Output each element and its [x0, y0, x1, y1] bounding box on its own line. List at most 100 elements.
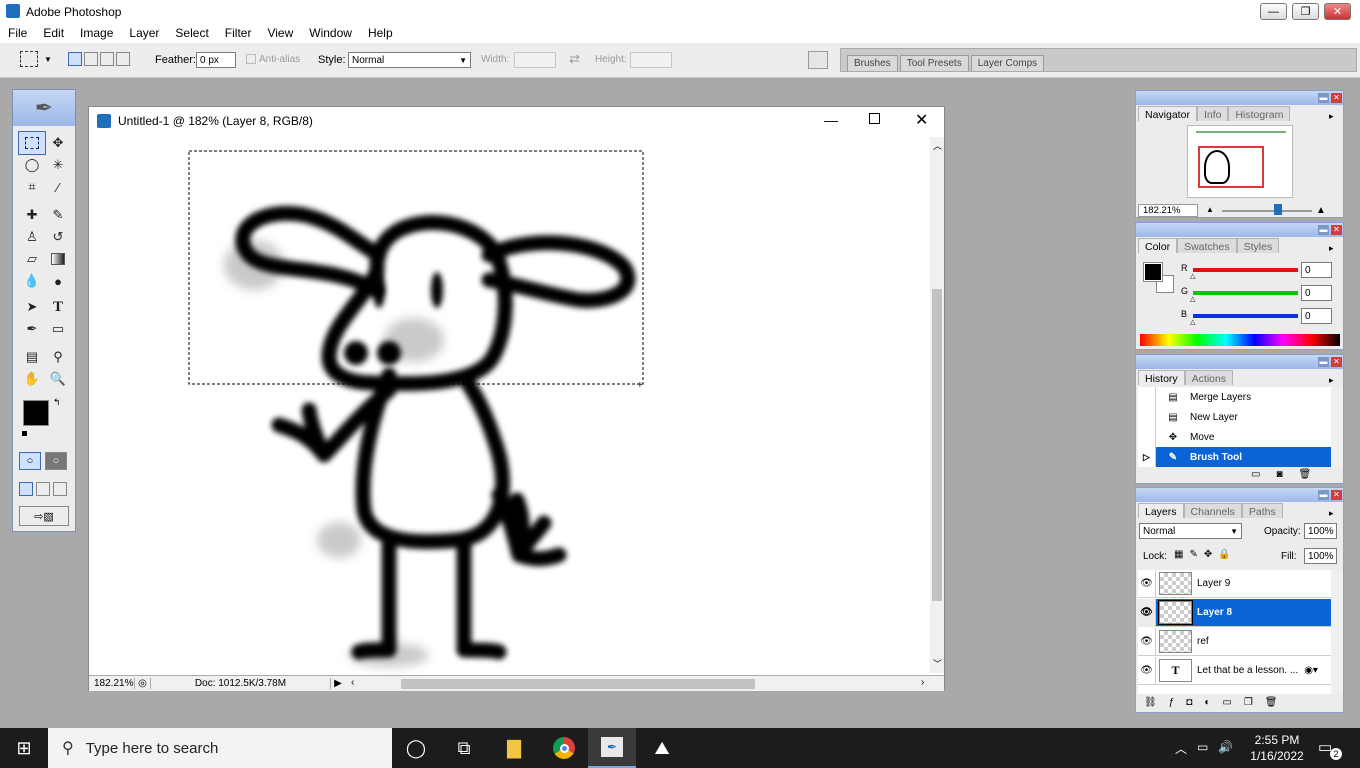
channel-slider[interactable] — [1193, 268, 1298, 272]
dodge-tool-icon[interactable]: ● — [45, 270, 71, 292]
cortana-icon[interactable]: ◯ — [392, 728, 440, 768]
panel-close-icon[interactable]: ✕ — [1331, 93, 1342, 103]
doc-maximize-button[interactable] — [869, 113, 880, 124]
marquee-preset-icon[interactable] — [20, 51, 38, 67]
chevron-up-icon[interactable]: ︿ — [1175, 740, 1187, 757]
swap-icon[interactable]: ⇄ — [569, 51, 580, 67]
history-item[interactable]: ▤ New Layer — [1138, 407, 1331, 427]
file-explorer-icon[interactable]: ▇ — [490, 728, 538, 768]
healing-brush-tool-icon[interactable]: ✚ — [19, 204, 45, 226]
tab-layers[interactable]: Layers — [1138, 503, 1184, 518]
full-screen-icon[interactable] — [53, 482, 67, 496]
add-selection-icon[interactable] — [84, 52, 98, 66]
panel-minimize-icon[interactable]: ▬ — [1318, 490, 1329, 500]
doc-minimize-button[interactable]: — — [824, 112, 838, 128]
restore-button[interactable]: ❐ — [1292, 3, 1319, 20]
hand-tool-icon[interactable]: ✋ — [19, 368, 45, 390]
panel-close-icon[interactable]: ✕ — [1331, 357, 1342, 367]
menu-select[interactable]: Select — [167, 26, 216, 40]
tab-histogram[interactable]: Histogram — [1228, 106, 1291, 121]
task-view-icon[interactable]: ⧉ — [440, 728, 488, 768]
pen-tool-icon[interactable]: ✒ — [19, 318, 45, 340]
menu-layer[interactable]: Layer — [121, 26, 167, 40]
taskbar-search-box[interactable]: ⚲ Type here to search — [48, 728, 392, 768]
panel-menu-icon[interactable]: ▸ — [1329, 375, 1334, 386]
chrome-icon[interactable] — [540, 728, 588, 768]
intersect-selection-icon[interactable] — [116, 52, 130, 66]
link-icon[interactable]: ⛓ — [1144, 697, 1157, 708]
notes-tool-icon[interactable]: ▤ — [19, 346, 45, 368]
menu-image[interactable]: Image — [72, 26, 121, 40]
layer-row[interactable]: 👁 T Let that be a lesson. ... ◉▾ — [1138, 656, 1331, 685]
menu-help[interactable]: Help — [360, 26, 401, 40]
zoom-tool-icon[interactable]: 🔍 — [45, 368, 71, 390]
clone-stamp-tool-icon[interactable]: ♙ — [19, 226, 45, 248]
scroll-right-icon[interactable]: › — [921, 677, 924, 688]
photos-app-icon[interactable]: ⛰ — [638, 728, 686, 768]
channel-slider-thumb-icon[interactable]: △ — [1190, 318, 1195, 326]
navigator-zoom-input[interactable]: 182.21% — [1138, 204, 1198, 217]
network-icon[interactable]: ▭ — [1197, 740, 1208, 757]
status-menu-arrow-icon[interactable]: ▶ — [331, 678, 345, 689]
marquee-tool-icon[interactable] — [18, 131, 46, 155]
crop-tool-icon[interactable]: ⌗ — [19, 176, 45, 198]
new-selection-icon[interactable] — [68, 52, 82, 66]
antialias-checkbox[interactable] — [246, 54, 256, 64]
navigator-zoom-knob[interactable] — [1273, 204, 1282, 215]
menu-window[interactable]: Window — [301, 26, 360, 40]
shape-tool-icon[interactable]: ▭ — [45, 318, 71, 340]
panel-close-icon[interactable]: ✕ — [1331, 490, 1342, 500]
tab-navigator[interactable]: Navigator — [1138, 106, 1197, 121]
new-layer-icon[interactable]: ❐ — [1244, 697, 1253, 708]
photoshop-taskbar-icon[interactable]: ✒ — [588, 728, 636, 768]
eyedropper-tool-icon[interactable]: ⚲ — [45, 346, 71, 368]
well-tab-tool-presets[interactable]: Tool Presets — [899, 55, 969, 71]
new-document-from-state-icon[interactable]: ▭ — [1251, 469, 1260, 480]
zoom-level[interactable]: 182.21% — [89, 678, 135, 689]
channel-value-input[interactable]: 0 — [1301, 308, 1332, 324]
trash-icon[interactable]: 🗑 — [1299, 469, 1312, 480]
taskbar-clock[interactable]: 2:55 PM 1/16/2022 — [1248, 732, 1306, 764]
trash-icon[interactable]: 🗑 — [1265, 697, 1278, 708]
scroll-down-icon[interactable]: ﹀ — [933, 657, 942, 670]
channel-value-input[interactable]: 0 — [1301, 285, 1332, 301]
layer-style-icon[interactable]: ƒ — [1169, 697, 1175, 708]
history-state-marker-icon[interactable]: ▷ — [1138, 447, 1156, 467]
lasso-tool-icon[interactable]: ◯ — [19, 154, 45, 176]
panel-menu-icon[interactable]: ▸ — [1329, 243, 1334, 254]
default-colors-icon[interactable] — [21, 430, 28, 437]
lock-transparent-icon[interactable]: ▦ — [1174, 549, 1183, 560]
adjustment-layer-icon[interactable]: ◐ — [1204, 697, 1210, 708]
tab-paths[interactable]: Paths — [1241, 503, 1283, 518]
windows-start-icon[interactable]: ⊞ — [0, 728, 48, 768]
gradient-tool-icon[interactable] — [45, 248, 71, 270]
eye-icon[interactable]: 👁 — [1138, 656, 1156, 685]
tab-styles[interactable]: Styles — [1236, 238, 1280, 253]
zoom-in-icon[interactable]: ▲ — [1316, 205, 1326, 216]
full-screen-menu-icon[interactable] — [36, 482, 50, 496]
tab-history[interactable]: History — [1138, 370, 1185, 385]
magic-wand-tool-icon[interactable]: ✳ — [45, 154, 71, 176]
canvas[interactable]: + — [89, 135, 929, 675]
well-tab-brushes[interactable]: Brushes — [847, 55, 898, 71]
width-input[interactable] — [514, 52, 556, 68]
quick-mask-mode-icon[interactable]: ○ — [45, 452, 67, 470]
navigator-thumbnail[interactable] — [1187, 125, 1293, 198]
layer-row[interactable]: 👁 Layer 9 — [1138, 570, 1331, 598]
scroll-up-icon[interactable]: ︿ — [933, 139, 942, 152]
lock-all-icon[interactable]: 🔒 — [1218, 549, 1230, 560]
standard-screen-icon[interactable] — [19, 482, 33, 496]
minimize-button[interactable]: — — [1260, 3, 1287, 20]
chevron-down-icon[interactable]: ▼ — [44, 55, 52, 64]
history-item-selected[interactable]: ▷ ✎ Brush Tool — [1138, 447, 1331, 467]
channel-slider-thumb-icon[interactable]: △ — [1190, 272, 1195, 280]
panel-close-icon[interactable]: ✕ — [1331, 225, 1342, 235]
channel-slider[interactable] — [1193, 291, 1298, 295]
vertical-scrollbar[interactable]: ︿ ﹀ — [930, 137, 944, 673]
new-group-icon[interactable]: ▭ — [1222, 697, 1231, 708]
palette-well-icon[interactable] — [808, 51, 828, 69]
subtract-selection-icon[interactable] — [100, 52, 114, 66]
layer-row[interactable]: 👁 ref — [1138, 627, 1331, 656]
blend-mode-select[interactable]: Normal ▼ — [1139, 523, 1242, 539]
panel-minimize-icon[interactable]: ▬ — [1318, 357, 1329, 367]
